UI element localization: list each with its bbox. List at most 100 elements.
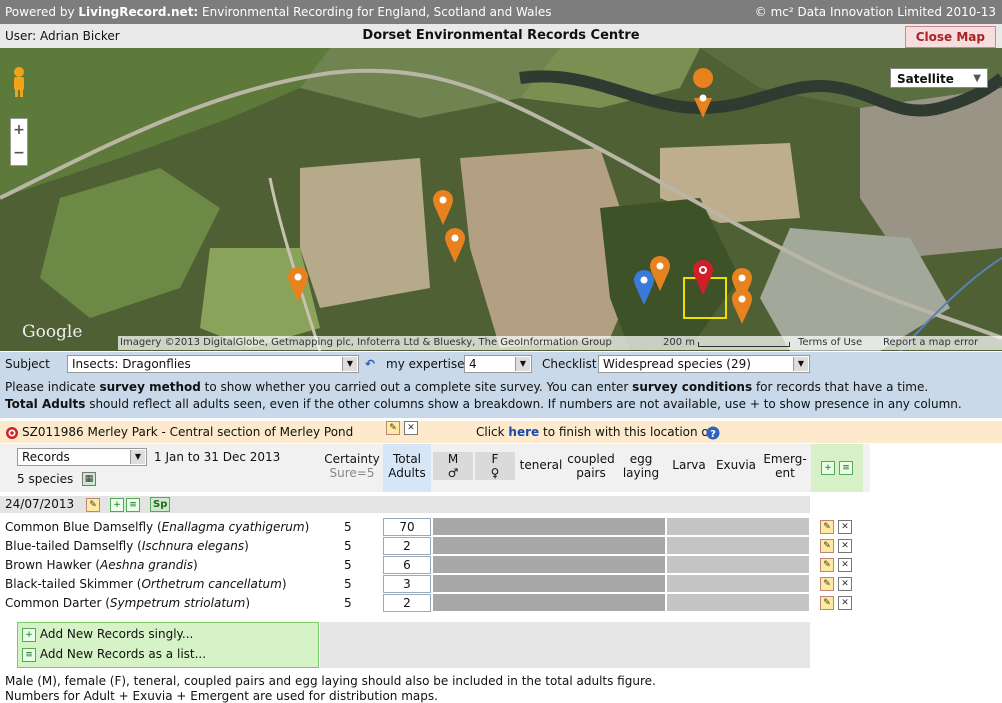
- records-value: Records: [22, 450, 70, 464]
- terms-link[interactable]: Terms of Use: [798, 336, 862, 350]
- report-error-link[interactable]: Report a map error: [883, 336, 978, 350]
- larva-exuvia-emergent-cells[interactable]: [667, 537, 809, 554]
- larva-exuvia-emergent-cells[interactable]: [667, 518, 809, 535]
- close-map-button[interactable]: Close Map: [904, 26, 996, 48]
- larva-exuvia-emergent-cells[interactable]: [667, 594, 809, 611]
- top-banner: Powered by LivingRecord.net: Environment…: [0, 0, 1002, 24]
- add-records-panel: + Add New Records singly... ≡ Add New Re…: [17, 622, 319, 668]
- checklist-select[interactable]: Widespread species (29) ▼: [598, 355, 810, 373]
- total-adults-input[interactable]: 2: [383, 537, 431, 555]
- undo-icon[interactable]: ↶: [365, 352, 375, 376]
- street-view-pegman-icon[interactable]: [10, 66, 28, 98]
- species-name: Brown Hawker (Aeshna grandis): [5, 558, 198, 572]
- breakdown-cells[interactable]: [433, 556, 665, 573]
- satellite-imagery: [0, 48, 1002, 351]
- larva-exuvia-emergent-cells[interactable]: [667, 575, 809, 592]
- table-row[interactable]: Common Blue Damselfly (Enallagma cyathig…: [0, 518, 870, 536]
- add-record-icon[interactable]: +: [110, 498, 124, 512]
- col-coupled-pairs: coupled pairs: [567, 452, 615, 480]
- record-date: 24/07/2013: [5, 497, 75, 511]
- total-adults-input[interactable]: 6: [383, 556, 431, 574]
- edit-record-icon[interactable]: ✎: [820, 539, 834, 553]
- imagery-credit: Imagery ©2013 DigitalGlobe, Getmapping p…: [120, 337, 612, 348]
- expertise-select[interactable]: 4 ▼: [464, 355, 532, 373]
- brand-link[interactable]: LivingRecord.net:: [78, 5, 198, 19]
- add-list-icon[interactable]: ≡: [839, 461, 853, 475]
- chevron-down-icon: ▼: [793, 357, 808, 371]
- delete-record-icon[interactable]: ✕: [838, 596, 852, 610]
- user-label: User: Adrian Bicker: [5, 29, 120, 43]
- delete-record-icon[interactable]: ✕: [838, 539, 852, 553]
- checklist-label: Checklist: [542, 357, 597, 371]
- finish-location-text: Click here to finish with this location …: [476, 425, 714, 439]
- col-certainty: Certainty Sure=5: [324, 452, 380, 480]
- user-bar: Dorset Environmental Records Centre User…: [0, 24, 1002, 48]
- footer-note-2: Numbers for Adult + Exuvia + Emergent ar…: [5, 689, 438, 703]
- col-male: M ♂: [433, 452, 473, 480]
- checklist-value: Widespread species (29): [603, 357, 751, 371]
- location-name: SZ011986 Merley Park - Central section o…: [22, 425, 354, 439]
- add-list-link[interactable]: ≡ Add New Records as a list...: [22, 647, 206, 662]
- delete-record-icon[interactable]: ✕: [838, 577, 852, 591]
- expertise-value: 4: [469, 357, 477, 371]
- svg-text:?: ?: [710, 429, 716, 440]
- total-adults-input[interactable]: 70: [383, 518, 431, 536]
- copyright: © mc² Data Innovation Limited 2010-13: [754, 5, 996, 19]
- total-adults-input[interactable]: 2: [383, 594, 431, 612]
- species-button[interactable]: Sp: [150, 497, 171, 512]
- map-attribution: Imagery ©2013 DigitalGlobe, Getmapping p…: [118, 336, 1002, 350]
- zoom-out-button[interactable]: −: [11, 142, 27, 165]
- table-row[interactable]: Common Darter (Sympetrum striolatum) 5 2…: [0, 594, 870, 612]
- subject-value: Insects: Dragonflies: [72, 357, 191, 371]
- table-row[interactable]: Black-tailed Skimmer (Orthetrum cancella…: [0, 575, 870, 593]
- zoom-control: + −: [10, 118, 28, 166]
- delete-record-icon[interactable]: ✕: [838, 520, 852, 534]
- footer-note-1: Male (M), female (F), teneral, coupled p…: [5, 674, 656, 688]
- breakdown-cells[interactable]: [433, 518, 665, 535]
- certainty-value: 5: [344, 596, 352, 610]
- delete-record-icon[interactable]: ✕: [838, 558, 852, 572]
- chevron-down-icon: ▼: [130, 450, 145, 464]
- species-name: Common Darter (Sympetrum striolatum): [5, 596, 251, 610]
- scale-bar: [698, 342, 790, 347]
- edit-date-icon[interactable]: ✎: [86, 498, 100, 512]
- edit-record-icon[interactable]: ✎: [820, 596, 834, 610]
- larva-exuvia-emergent-cells[interactable]: [667, 556, 809, 573]
- controls-bar: Subject Insects: Dragonflies ▼ ↶ my expe…: [0, 352, 1002, 376]
- chevron-down-icon: ▼: [973, 73, 981, 84]
- breakdown-cells[interactable]: [433, 575, 665, 592]
- delete-location-icon[interactable]: ✕: [404, 421, 418, 435]
- table-row[interactable]: Brown Hawker (Aeshna grandis) 5 6 ✎ ✕: [0, 556, 870, 574]
- spreadsheet-icon[interactable]: ▦: [82, 472, 96, 486]
- add-singly-link[interactable]: + Add New Records singly...: [22, 627, 193, 642]
- map-type-select[interactable]: Satellite ▼: [890, 68, 988, 88]
- breakdown-cells[interactable]: [433, 594, 665, 611]
- total-adults-input[interactable]: 3: [383, 575, 431, 593]
- powered-by: Powered by LivingRecord.net: Environment…: [5, 5, 552, 19]
- certainty-value: 5: [344, 520, 352, 534]
- edit-record-icon[interactable]: ✎: [820, 520, 834, 534]
- certainty-value: 5: [344, 577, 352, 591]
- species-count: 5 species: [17, 472, 74, 486]
- edit-record-icon[interactable]: ✎: [820, 577, 834, 591]
- add-record-icon[interactable]: +: [821, 461, 835, 475]
- edit-location-icon[interactable]: ✎: [386, 421, 400, 435]
- date-range: 1 Jan to 31 Dec 2013: [154, 450, 281, 464]
- map-view[interactable]: [0, 48, 1002, 351]
- edit-record-icon[interactable]: ✎: [820, 558, 834, 572]
- add-record-icon: +: [22, 627, 36, 642]
- empty-grid-area: [320, 622, 810, 668]
- table-row[interactable]: Blue-tailed Damselfly (Ischnura elegans)…: [0, 537, 870, 555]
- add-list-icon[interactable]: ≡: [126, 498, 140, 512]
- species-name: Black-tailed Skimmer (Orthetrum cancella…: [5, 577, 287, 591]
- records-select[interactable]: Records ▼: [17, 448, 147, 466]
- certainty-value: 5: [344, 558, 352, 572]
- finish-here-link[interactable]: here: [508, 425, 539, 439]
- subject-select[interactable]: Insects: Dragonflies ▼: [67, 355, 359, 373]
- chevron-down-icon: ▼: [515, 357, 530, 371]
- species-name: Common Blue Damselfly (Enallagma cyathig…: [5, 520, 310, 534]
- scale-label: 200 m: [663, 337, 696, 348]
- breakdown-cells[interactable]: [433, 537, 665, 554]
- location-bar: SZ011986 Merley Park - Central section o…: [0, 421, 1002, 443]
- zoom-in-button[interactable]: +: [11, 119, 27, 142]
